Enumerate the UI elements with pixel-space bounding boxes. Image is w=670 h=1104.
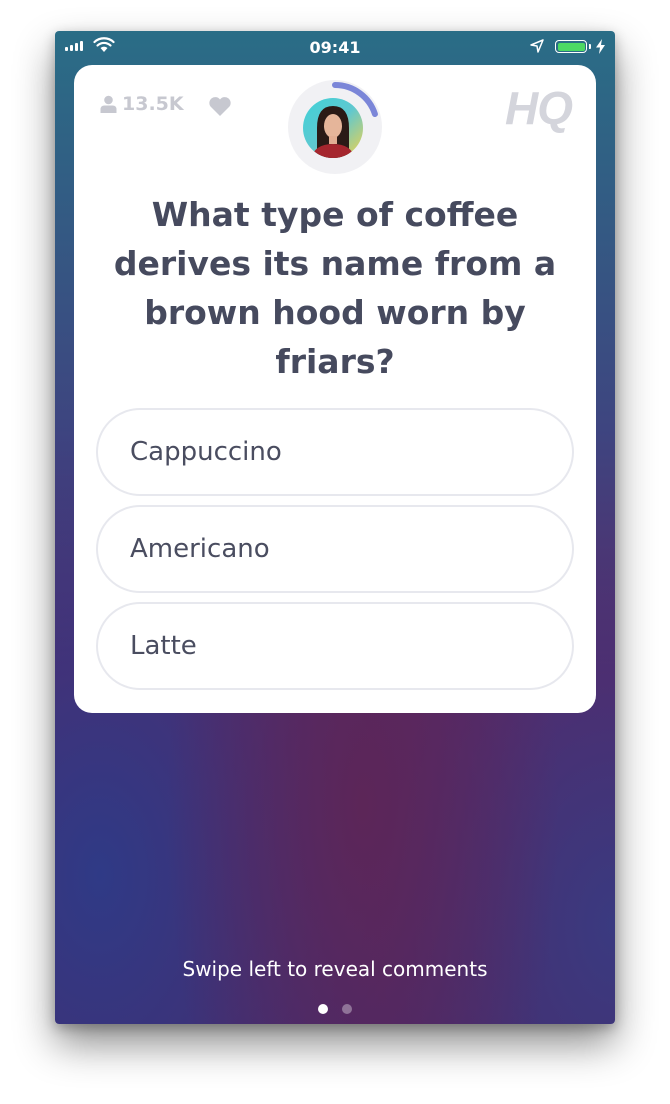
status-bar: 09:41 xyxy=(55,31,615,65)
page-indicator[interactable] xyxy=(55,1004,615,1014)
answer-label: Cappuccino xyxy=(130,437,282,467)
question-text: What type of coffee derives its name fro… xyxy=(113,195,557,381)
page-dot-1[interactable] xyxy=(318,1004,328,1014)
battery-fill xyxy=(557,42,585,51)
timer-arc xyxy=(332,82,378,118)
charging-bolt-icon xyxy=(596,39,605,54)
host-timer xyxy=(288,80,382,174)
battery-icon xyxy=(555,40,587,53)
person-icon xyxy=(100,95,117,113)
viewer-count: 13.5K xyxy=(100,93,184,115)
answer-option-2[interactable]: Americano xyxy=(96,505,574,593)
answer-option-1[interactable]: Cappuccino xyxy=(96,408,574,496)
swipe-hint: Swipe left to reveal comments xyxy=(182,957,488,981)
answer-label: Latte xyxy=(130,631,197,661)
answer-label: Americano xyxy=(130,534,270,564)
battery-cap xyxy=(589,44,591,49)
answer-option-3[interactable]: Latte xyxy=(96,602,574,690)
heart-icon[interactable] xyxy=(208,96,232,117)
hq-logo: HQ xyxy=(505,82,573,134)
page-dot-2[interactable] xyxy=(342,1004,352,1014)
viewer-count-label: 13.5K xyxy=(122,93,184,115)
question-card: 13.5K HQ What type of coffee derives its… xyxy=(74,65,596,713)
location-arrow-icon xyxy=(530,39,544,53)
phone-screen: 09:41 13.5K HQ What type of coffee deriv… xyxy=(55,31,615,1024)
